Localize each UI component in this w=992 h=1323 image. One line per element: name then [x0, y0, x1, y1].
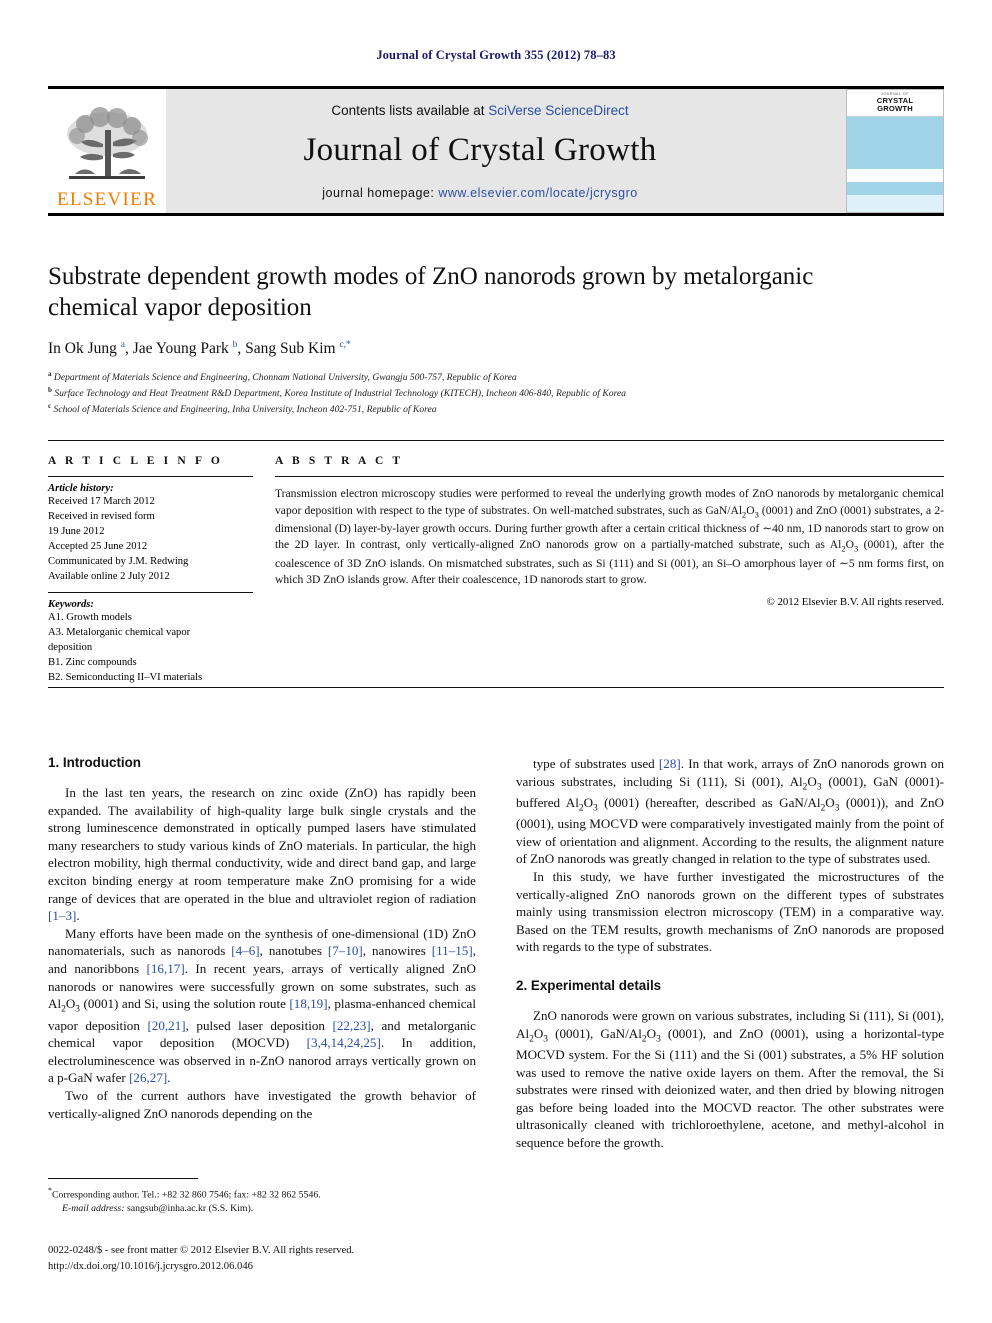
history-line-1: Received in revised form: [48, 511, 155, 523]
affiliation-marker-a: a: [48, 369, 52, 378]
email-label: E-mail address:: [62, 1203, 125, 1215]
journal-homepage-line: journal homepage: www.elsevier.com/locat…: [166, 186, 794, 200]
keywords-label: Keywords:: [48, 599, 94, 611]
paragraph-right-0: type of substrates used [28]. In that wo…: [516, 756, 945, 867]
contents-prefix: Contents lists available at: [331, 103, 489, 118]
affiliation-c: c School of Materials Science and Engine…: [48, 401, 878, 417]
affiliation-text-c: School of Materials Science and Engineer…: [53, 404, 437, 416]
doi-line[interactable]: http://dx.doi.org/10.1016/j.jcrysgro.201…: [48, 1259, 498, 1275]
keyword-0: A1. Growth models: [48, 612, 132, 624]
article-info-heading: A R T I C L E I N F O: [48, 455, 223, 467]
body-columns: 1. Introduction In the last ten years, t…: [48, 755, 944, 1152]
keyword-3: B2. Semiconducting II–VI materials: [48, 672, 203, 684]
homepage-prefix: journal homepage:: [322, 186, 439, 200]
keywords-group: Keywords: A1. Growth models A3. Metalorg…: [48, 593, 253, 685]
affiliation-list: a Department of Materials Science and En…: [48, 369, 878, 417]
running-head: Journal of Crystal Growth 355 (2012) 78–…: [376, 48, 616, 62]
journal-homepage-link[interactable]: www.elsevier.com/locate/jcrysgro: [438, 186, 637, 200]
article-info-column: A R T I C L E I N F O Article history: R…: [48, 455, 253, 685]
abstract-rule: [275, 476, 944, 477]
paper-page: Journal of Crystal Growth 355 (2012) 78–…: [0, 0, 992, 1323]
affiliation-marker-c: c: [48, 401, 52, 410]
sciencedirect-link[interactable]: SciVerse ScienceDirect: [488, 103, 628, 118]
cover-band-light: [847, 195, 943, 212]
paragraph-right-2: ZnO nanorods were grown on various subst…: [516, 1008, 945, 1151]
affiliation-b: b Surface Technology and Heat Treatment …: [48, 385, 878, 401]
affiliation-text-a: Department of Materials Science and Engi…: [53, 371, 517, 383]
journal-masthead: ELSEVIER Contents lists available at Sci…: [48, 86, 944, 216]
abstract-heading: A B S T R A C T: [275, 455, 404, 467]
corresponding-author-note: *Corresponding author. Tel.: +82 32 860 …: [48, 1185, 476, 1202]
article-history-label: Article history:: [48, 483, 114, 494]
journal-title: Journal of Crystal Growth: [303, 132, 657, 168]
section-heading-introduction: 1. Introduction: [48, 755, 141, 770]
affiliation-text-b: Surface Technology and Heat Treatment R&…: [54, 387, 626, 399]
paragraph-left-2: Two of the current authors have investig…: [48, 1088, 476, 1121]
abstract-column: A B S T R A C T Transmission electron mi…: [275, 455, 944, 685]
history-line-0: Received 17 March 2012: [48, 496, 155, 507]
page-title: Substrate dependent growth modes of ZnO …: [48, 263, 814, 321]
keyword-1: A3. Metalorganic chemical vapor: [48, 627, 191, 639]
issn-block: 0022-0248/$ - see front matter © 2012 El…: [48, 1243, 498, 1275]
paragraph-left-0: In the last ten years, the research on z…: [48, 785, 476, 924]
affiliation-a: a Department of Materials Science and En…: [48, 369, 878, 385]
info-abstract-band: A R T I C L E I N F O Article history: R…: [48, 440, 944, 688]
history-line-2: 19 June 2012: [48, 526, 105, 538]
elsevier-logo: ELSEVIER: [48, 89, 166, 213]
email-address[interactable]: sangsub@inha.ac.kr (S.S. Kim).: [127, 1203, 253, 1214]
body-column-right: type of substrates used [28]. In that wo…: [516, 755, 944, 1152]
cover-band-secondary: [847, 182, 943, 195]
corresponding-author-text: Corresponding author. Tel.: +82 32 860 7…: [52, 1189, 321, 1201]
elsevier-wordmark: ELSEVIER: [56, 189, 158, 210]
cover-header: JOURNAL OF CRYSTAL GROWTH: [847, 90, 943, 117]
author-list: In Ok Jung a, Jae Young Park b, Sang Sub…: [48, 339, 351, 357]
masthead-center: Contents lists available at SciVerse Sci…: [166, 89, 794, 213]
elsevier-tree-icon: [67, 107, 148, 179]
affiliation-marker-b: b: [48, 385, 52, 394]
paragraph-right-1: In this study, we have further investiga…: [516, 869, 944, 955]
history-line-4: Communicated by J.M. Redwing: [48, 556, 189, 568]
abstract-copyright: © 2012 Elsevier B.V. All rights reserved…: [766, 595, 944, 608]
journal-cover-thumbnail: JOURNAL OF CRYSTAL GROWTH: [846, 89, 944, 213]
footnote-block: *Corresponding author. Tel.: +82 32 860 …: [48, 1178, 476, 1217]
cover-band-primary: [847, 117, 943, 169]
keyword-1-cont: deposition: [48, 642, 93, 654]
section-heading-experimental: 2. Experimental details: [516, 978, 662, 994]
contents-available-line: Contents lists available at SciVerse Sci…: [166, 103, 794, 118]
history-line-3: Accepted 25 June 2012: [48, 541, 148, 553]
paragraph-left-1: Many efforts have been made on the synth…: [48, 925, 477, 1086]
history-line-5: Available online 2 July 2012: [48, 571, 170, 583]
footnote-rule: [48, 1178, 198, 1179]
cover-title-line2: GROWTH: [877, 103, 913, 113]
issn-line: 0022-0248/$ - see front matter © 2012 El…: [48, 1245, 355, 1256]
keyword-2: B1. Zinc compounds: [48, 657, 137, 669]
cover-band-white: [847, 169, 943, 182]
body-column-left: 1. Introduction In the last ten years, t…: [48, 755, 476, 1152]
abstract-text: Transmission electron microscopy studies…: [275, 487, 944, 587]
title-block: Substrate dependent growth modes of ZnO …: [48, 262, 878, 417]
email-note: E-mail address: sangsub@inha.ac.kr (S.S.…: [48, 1202, 476, 1216]
article-history-group: Article history: Received 17 March 2012 …: [48, 477, 253, 584]
